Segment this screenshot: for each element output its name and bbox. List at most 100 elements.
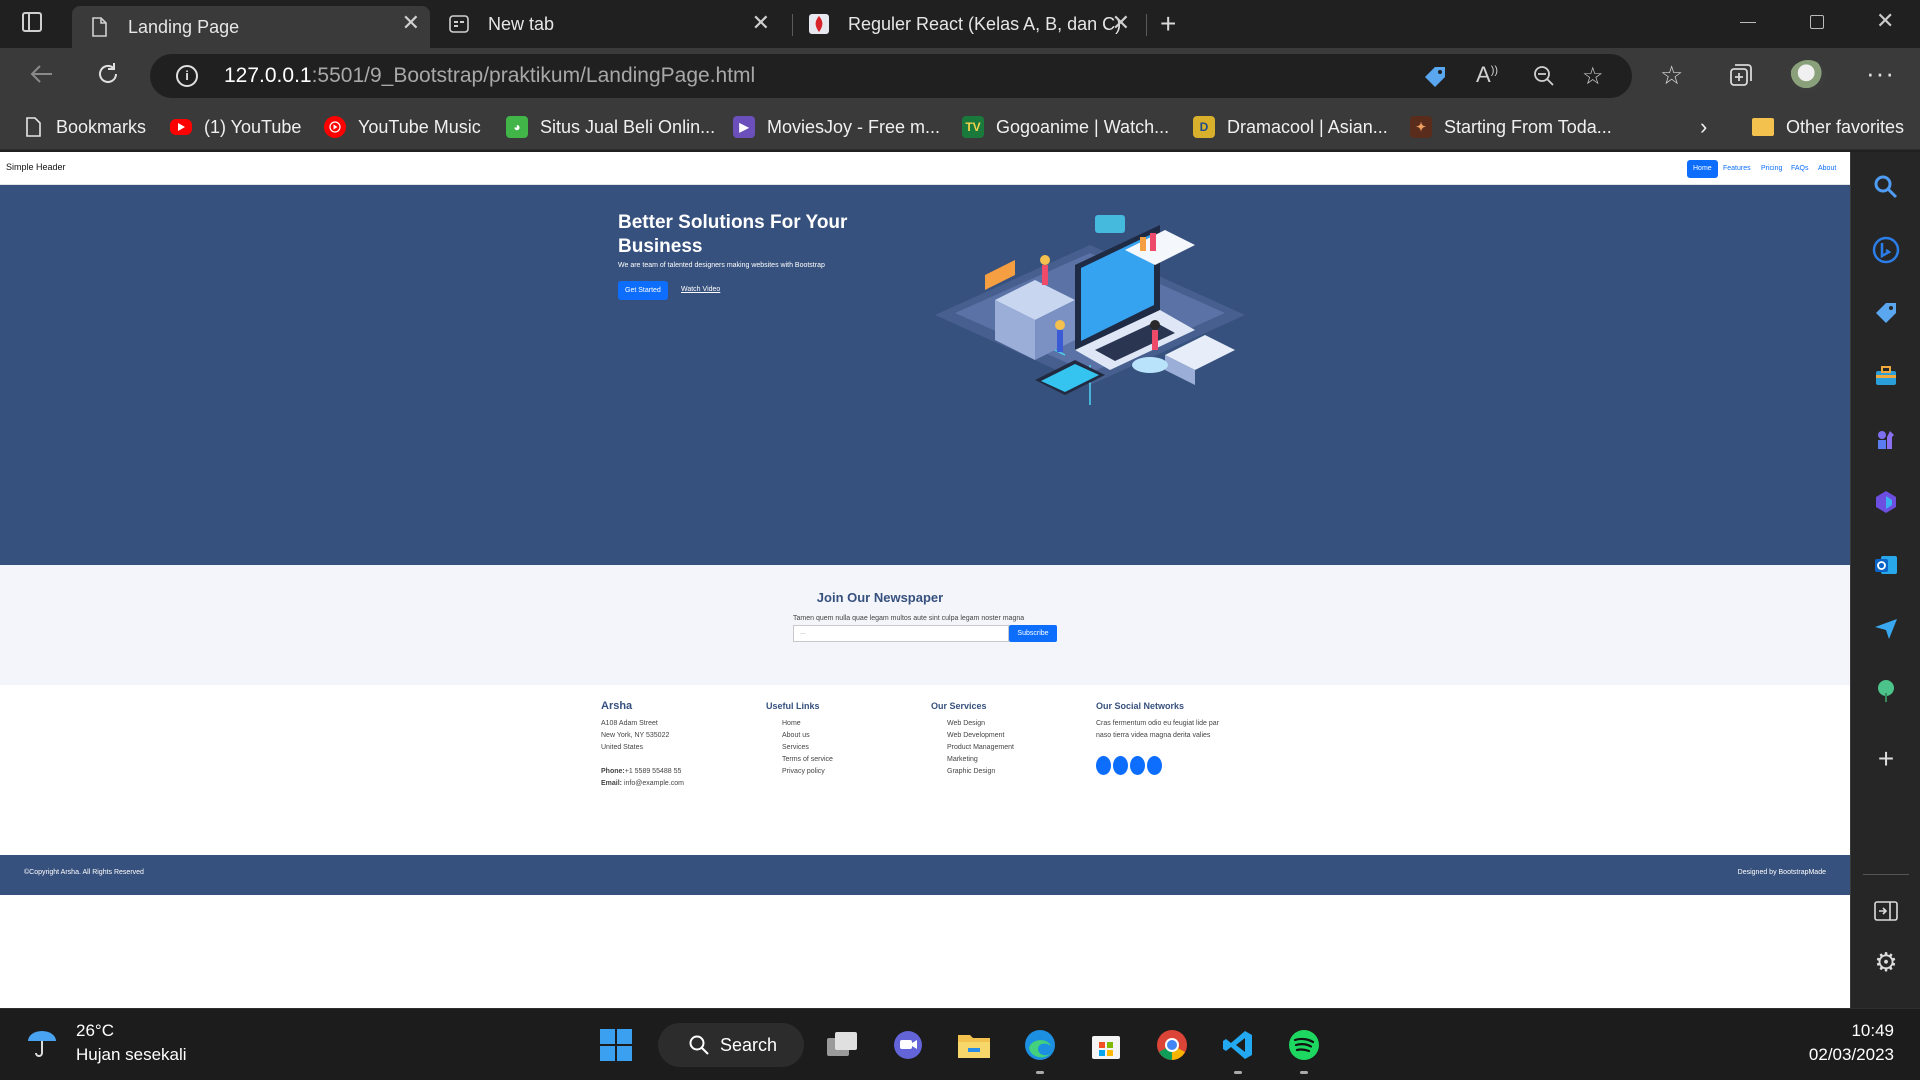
tab-title: Reguler React (Kelas A, B, dan C) [848,13,1122,34]
add-favorite-icon[interactable]: ☆ [1582,62,1604,91]
add-sidebar-item-plus-icon[interactable]: + [1871,743,1901,774]
footer-link[interactable]: Privacy policy [766,766,833,778]
url-text[interactable]: 127.0.0.1:5501/9_Bootstrap/praktikum/Lan… [224,64,755,88]
subscribe-button[interactable]: Subscribe [1009,625,1057,642]
coupon-tag-icon[interactable] [1422,64,1448,95]
nav-faqs[interactable]: FAQs [1791,160,1809,178]
footer-link[interactable]: Graphic Design [931,766,1014,778]
footer-company: Arsha [601,700,633,712]
teams-chat-icon[interactable] [888,1025,928,1065]
outlook-icon[interactable] [1871,550,1901,580]
credits-text: Designed by BootstrapMade [1737,869,1826,876]
tools-briefcase-icon[interactable] [1871,361,1901,391]
fav-starting-from-today[interactable]: ✦ Starting From Toda... [1410,114,1612,140]
close-tab-icon[interactable]: ✕ [752,10,770,36]
file-explorer-icon[interactable] [954,1025,994,1065]
collections-icon[interactable] [1728,62,1754,93]
starting-icon: ✦ [1410,116,1432,138]
refresh-icon[interactable] [94,60,122,93]
clock-date[interactable]: 02/03/2023 [1796,1045,1894,1065]
microsoft-store-icon[interactable] [1086,1025,1126,1065]
newsletter-email-input[interactable]: ... [793,625,1009,642]
tab-title: New tab [488,13,555,34]
social-instagram-icon[interactable] [1130,756,1145,775]
address-bar[interactable]: i 127.0.0.1:5501/9_Bootstrap/praktikum/L… [150,54,1632,98]
more-favorites-chevron-icon[interactable]: › [1700,114,1707,140]
footer-link[interactable]: Marketing [931,754,1014,766]
close-tab-icon[interactable]: ✕ [1112,10,1130,36]
weather-condition[interactable]: Hujan sesekali [76,1045,187,1065]
nav-home[interactable]: Home [1687,160,1718,178]
page-icon [88,16,110,38]
site-brand[interactable]: Simple Header [6,162,66,172]
tab-landing-page[interactable]: Landing Page ✕ [72,6,430,48]
nav-pricing[interactable]: Pricing [1761,160,1782,178]
nav-about[interactable]: About [1818,160,1836,178]
task-view-icon[interactable] [822,1025,862,1065]
microsoft-365-icon[interactable] [1871,487,1901,517]
tab-actions-icon[interactable] [22,12,42,32]
tree-icon[interactable] [1871,676,1901,706]
footer-link[interactable]: Terms of service [766,754,833,766]
footer-link[interactable]: Product Management [931,742,1014,754]
minimize-icon[interactable] [1740,22,1756,23]
tab-new-tab[interactable]: New tab ✕ [440,6,780,42]
footer-link[interactable]: Home [766,718,833,730]
social-description: Cras fermentum odio eu feugiat lide par [1096,720,1219,727]
footer-link[interactable]: Services [766,742,833,754]
fav-moviesjoy[interactable]: ▶ MoviesJoy - Free m... [733,114,940,140]
tab-divider [1146,14,1147,36]
running-indicator [1036,1071,1044,1074]
social-linkedin-icon[interactable] [1147,756,1162,775]
taskbar-search-box[interactable]: Search [658,1023,804,1067]
chrome-icon[interactable] [1152,1025,1192,1065]
close-tab-icon[interactable]: ✕ [402,10,420,36]
bing-chat-icon[interactable] [1871,235,1901,265]
back-arrow-icon[interactable] [28,60,56,93]
fav-dramacool[interactable]: D Dramacool | Asian... [1193,114,1388,140]
vscode-icon[interactable] [1218,1025,1258,1065]
zoom-out-icon[interactable] [1532,64,1556,93]
get-started-button[interactable]: Get Started [618,281,668,300]
favorites-icon[interactable]: ☆ [1660,60,1683,91]
nav-features[interactable]: Features [1723,160,1751,178]
weather-temperature[interactable]: 26°C [76,1021,114,1041]
fav-youtube[interactable]: (1) YouTube [170,114,301,140]
site-header: Simple Header Home Features Pricing FAQs… [0,152,1850,185]
fav-other-favorites[interactable]: Other favorites [1752,114,1904,140]
edge-browser-icon[interactable] [1020,1025,1060,1065]
send-icon[interactable] [1871,613,1901,643]
footer-link[interactable]: Web Design [931,718,1014,730]
fav-youtube-music[interactable]: YouTube Music [324,114,481,140]
social-twitter-icon[interactable] [1096,756,1111,775]
tab-reguler-react[interactable]: Reguler React (Kelas A, B, dan C) ✕ [800,6,1140,42]
new-tab-plus-icon[interactable]: + [1160,8,1176,40]
shopping-tag-icon[interactable] [1871,298,1901,328]
site-info-icon[interactable]: i [176,65,198,87]
fav-bookmarks[interactable]: Bookmarks [22,114,146,140]
moviesjoy-icon: ▶ [733,116,755,138]
fav-tokopedia[interactable]: ◕ Situs Jual Beli Onlin... [506,114,715,140]
footer-link[interactable]: About us [766,730,833,742]
start-windows-icon[interactable] [596,1025,636,1065]
hide-sidebar-icon[interactable] [1871,896,1901,926]
watch-video-link[interactable]: Watch Video [681,286,720,293]
tokopedia-icon: ◕ [506,116,528,138]
more-options-icon[interactable]: ··· [1866,58,1895,89]
restore-icon[interactable] [1810,15,1824,29]
running-indicator [1300,1071,1308,1074]
social-facebook-icon[interactable] [1113,756,1128,775]
weather-rain-icon[interactable] [24,1021,60,1066]
settings-gear-icon[interactable]: ⚙ [1871,947,1901,977]
close-window-icon[interactable]: ✕ [1876,8,1894,34]
alterra-icon [808,13,830,35]
profile-avatar[interactable] [1790,60,1826,92]
read-aloud-icon[interactable]: A)) [1476,62,1498,88]
clock-time[interactable]: 10:49 [1850,1021,1894,1041]
search-icon[interactable] [1871,172,1901,202]
fav-gogoanime[interactable]: TV Gogoanime | Watch... [962,114,1169,140]
footer-link[interactable]: Web Development [931,730,1014,742]
spotify-icon[interactable] [1284,1025,1324,1065]
tab-strip: Landing Page ✕ New tab ✕ Reguler React (… [0,0,1920,48]
games-icon[interactable] [1871,424,1901,454]
